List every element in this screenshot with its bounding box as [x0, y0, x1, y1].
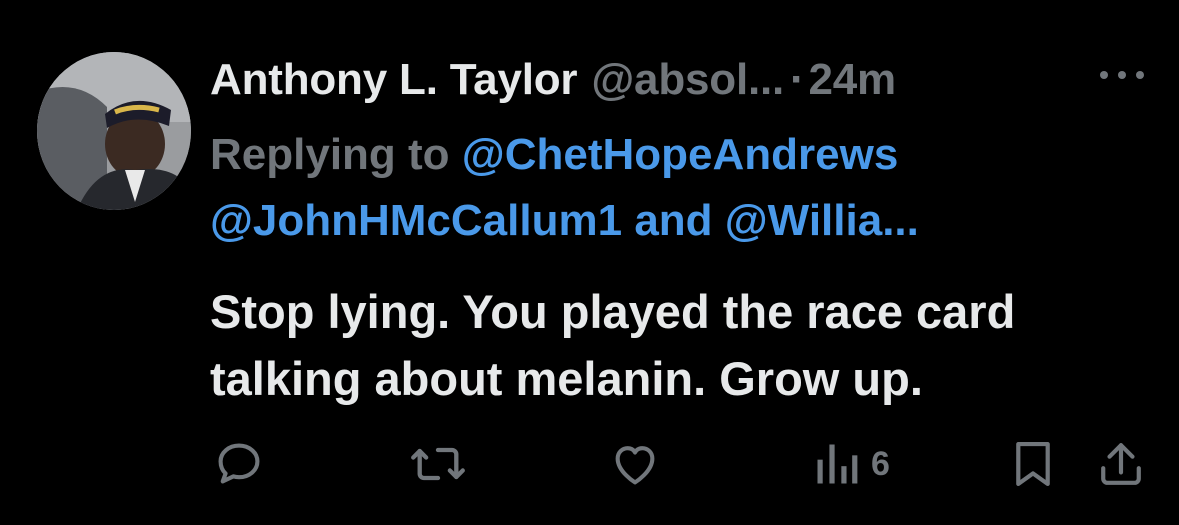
replying-user-link[interactable]: @JohnHMcCallum1: [210, 196, 622, 245]
more-dot: [1136, 71, 1144, 79]
more-dot: [1100, 71, 1108, 79]
replying-user-link[interactable]: @ChetHopeAndrews: [462, 130, 899, 179]
comment-icon: [218, 443, 260, 484]
retweet-button[interactable]: [410, 436, 466, 492]
replying-and: and: [634, 196, 713, 245]
profile-photo: [37, 52, 191, 210]
heart-icon: [615, 446, 655, 485]
like-button[interactable]: [608, 436, 662, 492]
share-button[interactable]: [1098, 436, 1144, 492]
replying-label: Replying to: [210, 130, 450, 179]
tweet-text: Stop lying. You played the race card tal…: [210, 278, 1160, 412]
views-count: 6: [871, 444, 890, 483]
retweet-icon: [411, 447, 465, 481]
tweet-header: Anthony L. Taylor @absol... · 24m: [210, 50, 896, 110]
more-options-icon[interactable]: [1100, 68, 1144, 82]
avatar[interactable]: [37, 52, 191, 210]
author-handle[interactable]: @absol...: [591, 55, 784, 105]
reply-button[interactable]: [213, 436, 265, 492]
share-icon: [1101, 443, 1141, 485]
views-chart-icon: [817, 444, 858, 484]
separator-dot: ·: [790, 55, 805, 104]
tweet-text-line: talking about melanin. Grow up.: [210, 352, 923, 405]
views-button[interactable]: 6: [815, 436, 890, 492]
bookmark-icon: [1016, 441, 1050, 487]
tweet-text-line: Stop lying. You played the race card: [210, 285, 1016, 338]
timestamp[interactable]: 24m: [809, 55, 897, 105]
tweet[interactable]: Anthony L. Taylor @absol... · 24m Replyi…: [0, 0, 1179, 525]
author-name[interactable]: Anthony L. Taylor: [210, 55, 578, 105]
replying-user-link[interactable]: @Willia...: [725, 196, 919, 245]
bookmark-button[interactable]: [1012, 436, 1054, 492]
more-dot: [1118, 71, 1126, 79]
replying-to: Replying to @ChetHopeAndrews @JohnHMcCal…: [210, 122, 1160, 254]
action-bar: 6: [0, 436, 1179, 496]
